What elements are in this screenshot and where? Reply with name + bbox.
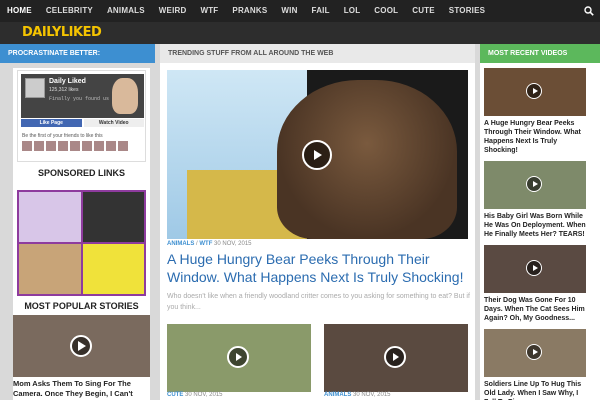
category-link[interactable]: ANIMALS xyxy=(324,392,351,398)
nav-lol[interactable]: LOL xyxy=(337,0,368,22)
recent-videos-sidebar: A Huge Hungry Bear Peeks Through Their W… xyxy=(480,63,600,400)
nav-stories[interactable]: STORIES xyxy=(442,0,492,22)
play-icon[interactable] xyxy=(302,140,332,170)
category-link[interactable]: WTF xyxy=(199,241,212,247)
play-icon[interactable] xyxy=(70,335,92,357)
recent-video-thumbnail[interactable] xyxy=(484,68,586,116)
nav-cool[interactable]: COOL xyxy=(367,0,405,22)
facebook-page-avatar[interactable] xyxy=(25,78,45,98)
hero-excerpt: Who doesn't like when a friendly woodlan… xyxy=(167,293,470,311)
facebook-cover-image xyxy=(112,78,138,114)
search-icon[interactable] xyxy=(578,0,600,22)
facebook-likes-count: 125,312 likes xyxy=(49,87,79,93)
category-link[interactable]: CUTE xyxy=(167,392,183,398)
play-icon[interactable] xyxy=(526,344,542,360)
post-date: 30 NOV, 2015 xyxy=(214,241,252,247)
recent-videos-header: MOST RECENT VIDEOS xyxy=(480,44,600,63)
avatar[interactable] xyxy=(94,141,104,151)
facebook-friends-text: Be the first of your friends to like thi… xyxy=(22,133,103,139)
avatar[interactable] xyxy=(82,141,92,151)
logo-part1: DAILY xyxy=(22,25,61,40)
play-icon[interactable] xyxy=(526,260,542,276)
card-meta: CUTE 30 NOV, 2015 xyxy=(167,392,223,398)
procrastinate-header: PROCRASTINATE BETTER: xyxy=(0,44,155,63)
sponsored-ad[interactable] xyxy=(19,192,81,242)
article-card[interactable] xyxy=(167,324,311,392)
sponsored-ad[interactable] xyxy=(82,244,144,294)
play-icon[interactable] xyxy=(526,83,542,99)
nav-cute[interactable]: CUTE xyxy=(405,0,442,22)
post-date: 30 NOV, 2015 xyxy=(185,392,223,398)
most-popular-title: MOST POPULAR STORIES xyxy=(24,301,139,311)
sponsored-ad[interactable] xyxy=(19,244,81,294)
recent-video-item[interactable]: Their Dog Was Gone For 10 Days. When The… xyxy=(484,245,586,323)
hero-meta: ANIMALS / WTF 30 NOV, 2015 xyxy=(167,241,252,247)
avatar[interactable] xyxy=(46,141,56,151)
hero-video-thumbnail[interactable] xyxy=(167,70,468,239)
recent-video-caption[interactable]: Soldiers Line Up To Hug This Old Lady. W… xyxy=(484,380,586,400)
recent-video-thumbnail[interactable] xyxy=(484,329,586,377)
facebook-watch-button[interactable]: Watch Video xyxy=(83,119,144,127)
facebook-like-button[interactable]: Like Page xyxy=(21,119,82,127)
category-link[interactable]: ANIMALS xyxy=(167,241,194,247)
card-meta: ANIMALS 30 NOV, 2015 xyxy=(324,392,391,398)
avatar[interactable] xyxy=(58,141,68,151)
facebook-page-name[interactable]: Daily Liked xyxy=(49,78,86,85)
nav-wtf[interactable]: WTF xyxy=(193,0,225,22)
nav-fail[interactable]: FAIL xyxy=(305,0,337,22)
sponsored-ad[interactable] xyxy=(82,192,144,242)
recent-video-thumbnail[interactable] xyxy=(484,161,586,209)
recent-video-caption[interactable]: A Huge Hungry Bear Peeks Through Their W… xyxy=(484,119,586,155)
play-icon[interactable] xyxy=(384,346,406,368)
recent-video-item[interactable]: A Huge Hungry Bear Peeks Through Their W… xyxy=(484,68,586,155)
recent-video-item[interactable]: His Baby Girl Was Born While He Was On D… xyxy=(484,161,586,239)
post-date: 30 NOV, 2015 xyxy=(353,392,391,398)
sponsored-ads-grid xyxy=(17,190,146,296)
trending-header: TRENDING STUFF FROM ALL AROUND THE WEB xyxy=(160,44,475,63)
left-sidebar: Daily Liked 125,312 likes Finally you fo… xyxy=(13,68,150,400)
recent-video-thumbnail[interactable] xyxy=(484,245,586,293)
avatar[interactable] xyxy=(70,141,80,151)
popular-story-thumbnail[interactable] xyxy=(13,315,150,377)
hero-title[interactable]: A Huge Hungry Bear Peeks Through Their W… xyxy=(167,250,470,286)
recent-video-caption[interactable]: Their Dog Was Gone For 10 Days. When The… xyxy=(484,296,586,323)
main-content: ANIMALS / WTF 30 NOV, 2015 A Huge Hungry… xyxy=(160,63,475,400)
avatar[interactable] xyxy=(106,141,116,151)
top-nav: HOME CELEBRITY ANIMALS WEIRD WTF PRANKS … xyxy=(0,0,600,22)
nav-win[interactable]: WIN xyxy=(274,0,304,22)
nav-pranks[interactable]: PRANKS xyxy=(225,0,274,22)
nav-home[interactable]: HOME xyxy=(0,0,39,22)
avatar[interactable] xyxy=(34,141,44,151)
play-icon[interactable] xyxy=(227,346,249,368)
article-card[interactable] xyxy=(324,324,468,392)
avatar[interactable] xyxy=(118,141,128,151)
popular-story-caption[interactable]: Mom Asks Them To Sing For The Camera. On… xyxy=(13,379,150,400)
recent-video-item[interactable]: Soldiers Line Up To Hug This Old Lady. W… xyxy=(484,329,586,400)
facebook-tagline: Finally you found us xyxy=(49,96,110,102)
recent-video-caption[interactable]: His Baby Girl Was Born While He Was On D… xyxy=(484,212,586,239)
facebook-cover: Daily Liked 125,312 likes Finally you fo… xyxy=(21,74,144,118)
avatar[interactable] xyxy=(22,141,32,151)
sponsored-links-title: SPONSORED LINKS xyxy=(37,168,125,178)
facebook-friend-avatars xyxy=(22,141,128,151)
nav-animals[interactable]: ANIMALS xyxy=(100,0,152,22)
facebook-widget: Daily Liked 125,312 likes Finally you fo… xyxy=(17,70,146,162)
logo-bar: DAILYLIKED xyxy=(0,22,600,44)
play-icon[interactable] xyxy=(526,176,542,192)
site-logo[interactable]: DAILYLIKED xyxy=(22,25,102,40)
logo-part2: LIKED xyxy=(60,25,102,40)
nav-celebrity[interactable]: CELEBRITY xyxy=(39,0,100,22)
nav-weird[interactable]: WEIRD xyxy=(152,0,194,22)
